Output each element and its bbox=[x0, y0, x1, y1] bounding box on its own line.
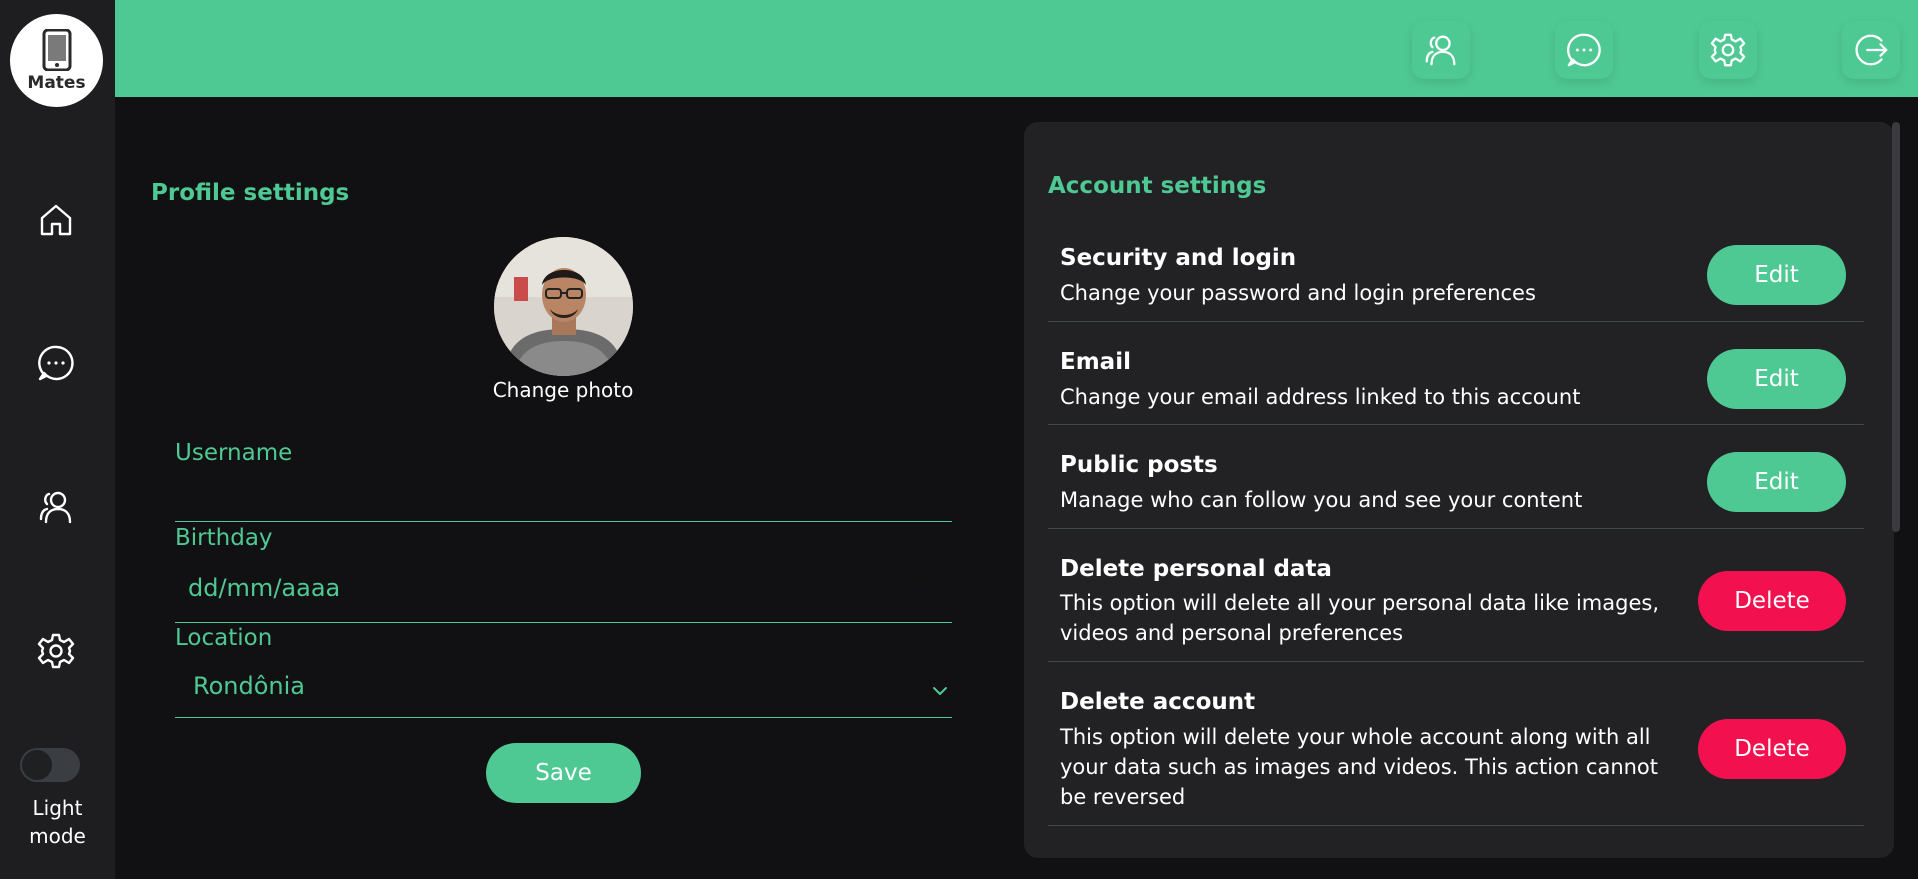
security-login-desc-line: Change your password and login preferenc… bbox=[1060, 281, 1536, 305]
delete-account-desc: This option will delete your whole accou… bbox=[1060, 722, 1660, 812]
location-label: Location bbox=[175, 625, 273, 651]
email-desc: Change your email address linked to this… bbox=[1060, 382, 1660, 412]
row-divider bbox=[1048, 661, 1864, 662]
delete-personal-data-desc-line: This option will delete all your persona… bbox=[1060, 591, 1660, 615]
delete-personal-data-title: Delete personal data bbox=[1060, 556, 1332, 582]
delete-personal-data-desc: This option will delete all your persona… bbox=[1060, 588, 1660, 648]
gear-icon bbox=[1710, 33, 1746, 67]
profile-settings-title: Profile settings bbox=[151, 180, 350, 206]
sidebar-item-home[interactable] bbox=[30, 194, 82, 246]
chevron-down-icon[interactable] bbox=[931, 682, 949, 695]
light-mode-toggle[interactable] bbox=[20, 748, 80, 782]
username-label: Username bbox=[175, 440, 293, 466]
sidebar-item-friends[interactable] bbox=[30, 481, 82, 533]
security-login-title: Security and login bbox=[1060, 245, 1297, 271]
sidebar-item-chat[interactable] bbox=[30, 337, 82, 389]
save-button[interactable]: Save bbox=[486, 743, 641, 803]
profile-photo bbox=[494, 237, 633, 376]
profile-avatar[interactable] bbox=[494, 237, 633, 376]
email-title: Email bbox=[1060, 349, 1131, 375]
account-panel-scrollbar[interactable] bbox=[1892, 122, 1900, 532]
delete-personal-data-desc-line: videos and personal preferences bbox=[1060, 621, 1404, 645]
logo-text: Mates bbox=[27, 72, 86, 93]
delete-account-desc-line: your data such as images and videos. Thi… bbox=[1060, 755, 1659, 779]
sidebar-item-settings[interactable] bbox=[30, 625, 82, 677]
topbar-logout-button[interactable] bbox=[1842, 21, 1900, 79]
delete-account-title: Delete account bbox=[1060, 689, 1256, 715]
light-mode-label: Light mode bbox=[0, 794, 115, 850]
gear-icon bbox=[37, 633, 75, 669]
account-settings-title: Account settings bbox=[1048, 173, 1267, 199]
public-posts-desc-line: Manage who can follow you and see your c… bbox=[1060, 488, 1583, 512]
security-login-edit-button[interactable]: Edit bbox=[1707, 245, 1846, 305]
users-icon bbox=[39, 491, 72, 524]
security-login-desc: Change your password and login preferenc… bbox=[1060, 278, 1660, 308]
topbar-friends-button[interactable] bbox=[1412, 21, 1470, 79]
calendar-icon[interactable] bbox=[909, 576, 933, 600]
birthday-input[interactable]: dd/mm/aaaa bbox=[188, 574, 340, 602]
chat-icon bbox=[1567, 33, 1601, 67]
sidebar: Mates Light mode bbox=[0, 0, 115, 879]
email-desc-line: Change your email address linked to this… bbox=[1060, 385, 1581, 409]
change-photo-link[interactable]: Change photo bbox=[440, 378, 686, 402]
location-select[interactable]: Rondônia bbox=[193, 672, 305, 700]
phone-icon bbox=[42, 28, 71, 71]
birthday-label: Birthday bbox=[175, 525, 273, 551]
public-posts-edit-button[interactable]: Edit bbox=[1707, 452, 1846, 512]
home-icon bbox=[40, 204, 72, 236]
row-divider bbox=[1048, 424, 1864, 425]
username-underline bbox=[175, 521, 952, 522]
delete-account-desc-line: be reversed bbox=[1060, 785, 1186, 809]
topbar-chat-button[interactable] bbox=[1555, 21, 1613, 79]
row-divider bbox=[1048, 528, 1864, 529]
app-logo[interactable]: Mates bbox=[10, 14, 103, 107]
chat-icon bbox=[38, 345, 74, 381]
logout-icon bbox=[1855, 34, 1888, 66]
delete-personal-data-button[interactable]: Delete bbox=[1698, 571, 1846, 631]
topbar-settings-button[interactable] bbox=[1699, 21, 1757, 79]
light-mode-label-line2: mode bbox=[29, 824, 86, 848]
location-underline bbox=[175, 717, 952, 718]
delete-account-desc-line: This option will delete your whole accou… bbox=[1060, 725, 1651, 749]
light-mode-label-line1: Light bbox=[32, 796, 83, 820]
row-divider bbox=[1048, 321, 1864, 322]
users-icon bbox=[1425, 35, 1456, 66]
email-edit-button[interactable]: Edit bbox=[1707, 349, 1846, 409]
toggle-knob bbox=[22, 750, 52, 780]
username-input[interactable] bbox=[175, 478, 952, 518]
public-posts-desc: Manage who can follow you and see your c… bbox=[1060, 485, 1660, 515]
delete-account-button[interactable]: Delete bbox=[1698, 719, 1846, 779]
row-divider bbox=[1048, 825, 1864, 826]
public-posts-title: Public posts bbox=[1060, 452, 1218, 478]
top-bar bbox=[115, 0, 1918, 97]
birthday-underline bbox=[175, 622, 952, 623]
